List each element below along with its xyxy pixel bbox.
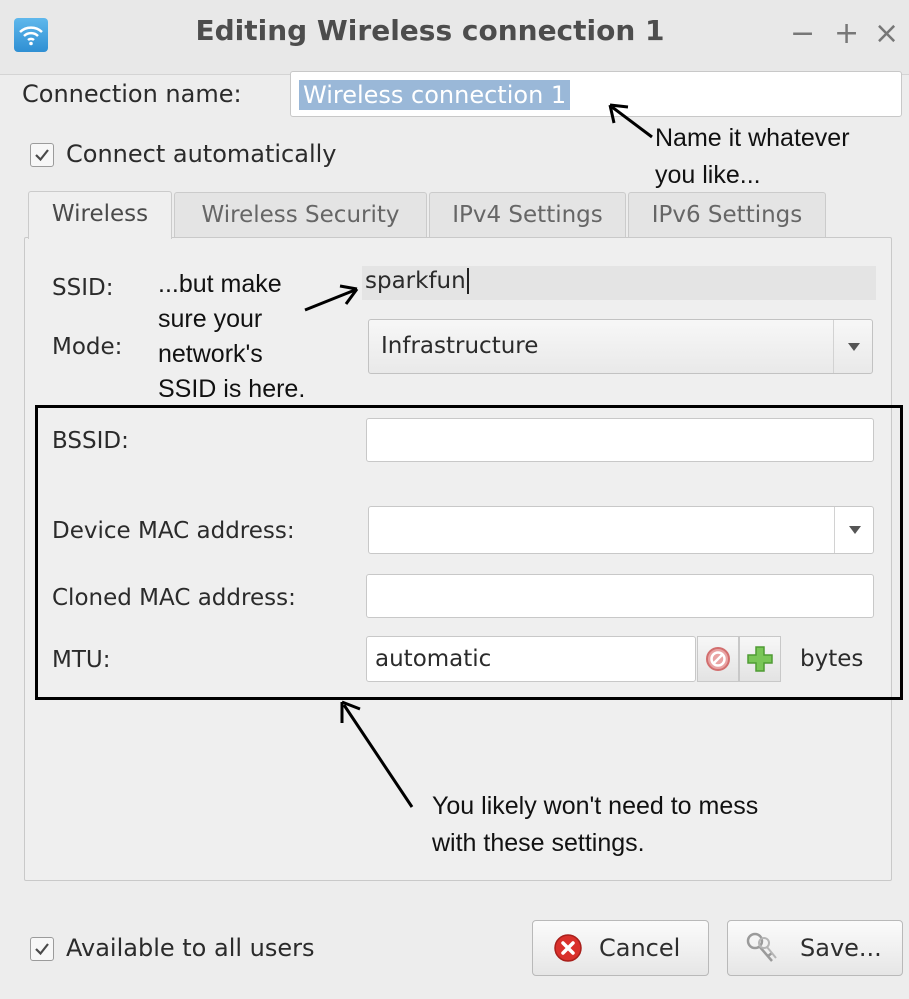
cloned-mac-input[interactable]: [366, 574, 874, 618]
tab-wireless[interactable]: Wireless: [28, 191, 172, 239]
checkmark-icon: [35, 943, 49, 956]
keys-icon: [746, 932, 777, 962]
connect-automatically-checkbox[interactable]: [30, 143, 54, 167]
annotation-ssid-line4: SSID is here.: [158, 375, 306, 403]
annotation-ssid-line1: ...but make: [158, 270, 282, 298]
save-label: Save...: [800, 934, 882, 962]
connect-automatically-label: Connect automatically: [66, 140, 337, 168]
clear-icon: [706, 647, 730, 671]
tab-wireless-security[interactable]: Wireless Security: [174, 192, 427, 238]
ssid-label: SSID:: [52, 275, 114, 301]
annotation-arrow-ssid: [304, 284, 359, 312]
connection-name-value: Wireless connection 1: [299, 80, 571, 110]
annotation-settings-line1: You likely won't need to mess: [432, 792, 759, 820]
wifi-icon: [14, 18, 48, 52]
window-title: Editing Wireless connection 1: [195, 14, 665, 47]
mtu-label: MTU:: [52, 647, 111, 673]
cancel-button[interactable]: Cancel: [532, 920, 709, 976]
mtu-decrement-button[interactable]: [697, 636, 739, 682]
mode-dropdown[interactable]: Infrastructure: [368, 319, 873, 374]
available-all-users-checkbox[interactable]: [30, 937, 54, 961]
annotation-name-line2: you like...: [655, 161, 761, 189]
chevron-down-icon: [834, 507, 873, 553]
cancel-icon: [554, 934, 582, 962]
annotation-ssid-line3: network's: [158, 340, 263, 368]
save-button[interactable]: Save...: [727, 920, 903, 976]
annotation-name-line1: Name it whatever: [655, 124, 850, 152]
minimize-button[interactable]: −: [790, 16, 815, 52]
annotation-arrow-name: [608, 103, 653, 139]
close-button[interactable]: ×: [874, 16, 899, 52]
annotation-arrow-settings: [340, 700, 414, 808]
chevron-down-icon: [833, 320, 872, 373]
plus-icon: [747, 646, 773, 672]
connection-name-input[interactable]: Wireless connection 1: [290, 71, 902, 117]
mode-value: Infrastructure: [381, 333, 539, 359]
maximize-button[interactable]: +: [834, 16, 859, 52]
mtu-input[interactable]: automatic: [366, 636, 696, 682]
annotation-ssid-line2: sure your: [158, 305, 263, 333]
available-all-users-label: Available to all users: [66, 934, 315, 962]
bssid-label: BSSID:: [52, 428, 129, 454]
bssid-input[interactable]: [366, 418, 874, 462]
ssid-input[interactable]: sparkfun: [362, 266, 876, 300]
device-mac-label: Device MAC address:: [52, 518, 295, 544]
cloned-mac-label: Cloned MAC address:: [52, 585, 296, 611]
tab-ipv6-settings[interactable]: IPv6 Settings: [628, 192, 826, 238]
device-mac-dropdown[interactable]: [368, 506, 874, 554]
mtu-increment-button[interactable]: [739, 636, 781, 682]
annotation-settings-line2: with these settings.: [432, 829, 645, 857]
mode-label: Mode:: [52, 334, 123, 360]
mtu-value: automatic: [375, 646, 492, 672]
cancel-label: Cancel: [599, 934, 681, 962]
mtu-unit-label: bytes: [800, 646, 864, 672]
ssid-value: sparkfun: [365, 268, 469, 294]
tab-ipv4-settings[interactable]: IPv4 Settings: [429, 192, 626, 238]
connection-name-label: Connection name:: [22, 80, 242, 108]
checkmark-icon: [35, 149, 49, 162]
